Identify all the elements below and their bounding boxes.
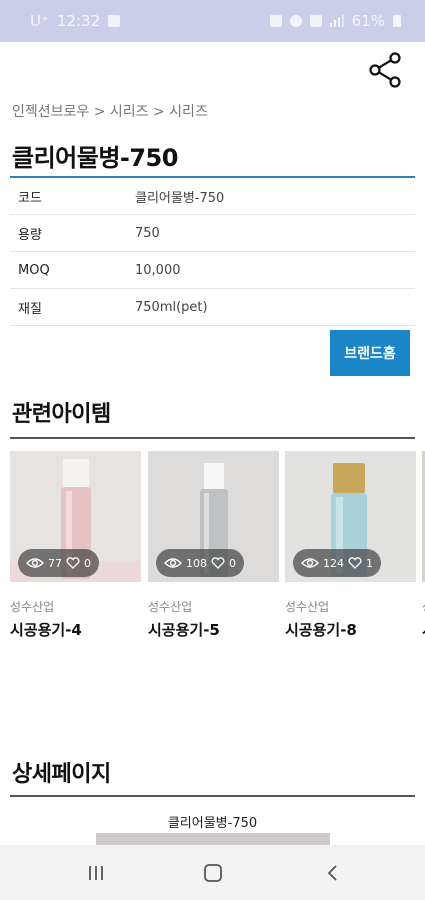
recent-apps-icon bbox=[89, 866, 103, 880]
eye-icon bbox=[301, 558, 319, 568]
heart-icon bbox=[211, 557, 225, 569]
spec-value: 10,000 bbox=[135, 262, 181, 278]
eye-icon bbox=[164, 558, 182, 568]
spec-label: 용량 bbox=[18, 227, 42, 243]
battery-percent: 61% bbox=[351, 12, 385, 30]
brand-home-button[interactable]: 브랜드홈 bbox=[330, 330, 410, 376]
signal-icon bbox=[329, 15, 344, 27]
spec-value: 750 bbox=[135, 225, 160, 241]
breadcrumb[interactable]: 인젝션브로우 > 시리즈 > 시리즈 bbox=[12, 101, 208, 121]
share-icon bbox=[369, 52, 401, 88]
detail-page-title: 상세페이지 bbox=[12, 762, 111, 787]
home-icon bbox=[204, 864, 222, 882]
like-count: 1 bbox=[366, 556, 373, 570]
heart-icon bbox=[66, 557, 80, 569]
back-icon bbox=[327, 865, 337, 881]
view-count: 124 bbox=[323, 556, 344, 570]
company-name: 성수산업 bbox=[285, 600, 330, 614]
company-name: 성수산업 bbox=[10, 600, 55, 614]
alarm-icon bbox=[269, 15, 282, 27]
recent-apps-button[interactable] bbox=[83, 860, 109, 886]
item-stats: 108 0 bbox=[156, 549, 244, 577]
related-item-card[interactable]: 124 1 성수산업 시공용기-8 bbox=[285, 451, 416, 640]
spec-value: 클리어물병-750 bbox=[135, 190, 225, 206]
product-name[interactable]: 시공용기-4 bbox=[10, 619, 141, 640]
product-thumbnail[interactable]: 77 0 bbox=[10, 451, 141, 582]
view-count: 77 bbox=[48, 556, 62, 570]
product-name[interactable]: 시공용기-5 bbox=[148, 619, 279, 640]
product-thumbnail[interactable]: 108 0 bbox=[148, 451, 279, 582]
item-stats: 124 1 bbox=[293, 549, 381, 577]
product-thumbnail[interactable]: 124 1 bbox=[285, 451, 416, 582]
navigation-bar bbox=[0, 845, 425, 900]
mute-icon bbox=[289, 15, 302, 27]
item-stats: 77 0 bbox=[18, 549, 99, 577]
spec-row-moq: MOQ 10,000 bbox=[10, 252, 415, 289]
spec-label: 재질 bbox=[18, 301, 42, 317]
spec-table: 코드 클리어물병-750 용량 750 MOQ 10,000 재질 750ml(… bbox=[10, 176, 415, 326]
detail-caption: 클리어물병-750 bbox=[167, 816, 258, 831]
spec-row-material: 재질 750ml(pet) bbox=[10, 289, 415, 326]
back-button[interactable] bbox=[320, 860, 346, 886]
related-item-card[interactable]: 108 0 성수산업 시공용기-5 bbox=[148, 451, 279, 640]
product-name[interactable]: 시공용기-8 bbox=[285, 619, 416, 640]
like-count: 0 bbox=[229, 556, 236, 570]
spec-label: MOQ bbox=[18, 262, 50, 278]
spec-label: 코드 bbox=[18, 190, 42, 206]
gallery-notification-icon bbox=[108, 15, 121, 27]
view-count: 108 bbox=[186, 556, 207, 570]
wifi-calling-icon bbox=[309, 15, 322, 27]
eye-icon bbox=[26, 558, 44, 568]
status-bar: U⁺ 12:32 61% bbox=[0, 0, 425, 42]
related-items-title: 관련아이템 bbox=[12, 402, 111, 427]
page-title: 클리어물병-750 bbox=[12, 144, 178, 172]
detail-image bbox=[96, 833, 330, 845]
section-divider bbox=[10, 795, 415, 797]
heart-icon bbox=[348, 557, 362, 569]
related-items-carousel[interactable]: 77 0 성수산업 시공용기-4 108 0 성수산업 시공용기-5 124 1… bbox=[10, 451, 425, 651]
share-button[interactable] bbox=[365, 50, 405, 90]
carrier-label: U⁺ bbox=[30, 12, 49, 30]
status-time: 12:32 bbox=[56, 12, 101, 30]
spec-value: 750ml(pet) bbox=[135, 299, 208, 315]
home-button[interactable] bbox=[200, 860, 226, 886]
section-divider bbox=[10, 437, 415, 439]
spec-row-code: 코드 클리어물병-750 bbox=[10, 178, 415, 215]
spec-row-capacity: 용량 750 bbox=[10, 215, 415, 252]
like-count: 0 bbox=[84, 556, 91, 570]
related-item-card[interactable]: 77 0 성수산업 시공용기-4 bbox=[10, 451, 141, 640]
battery-icon bbox=[393, 15, 401, 27]
company-name: 성수산업 bbox=[148, 600, 193, 614]
